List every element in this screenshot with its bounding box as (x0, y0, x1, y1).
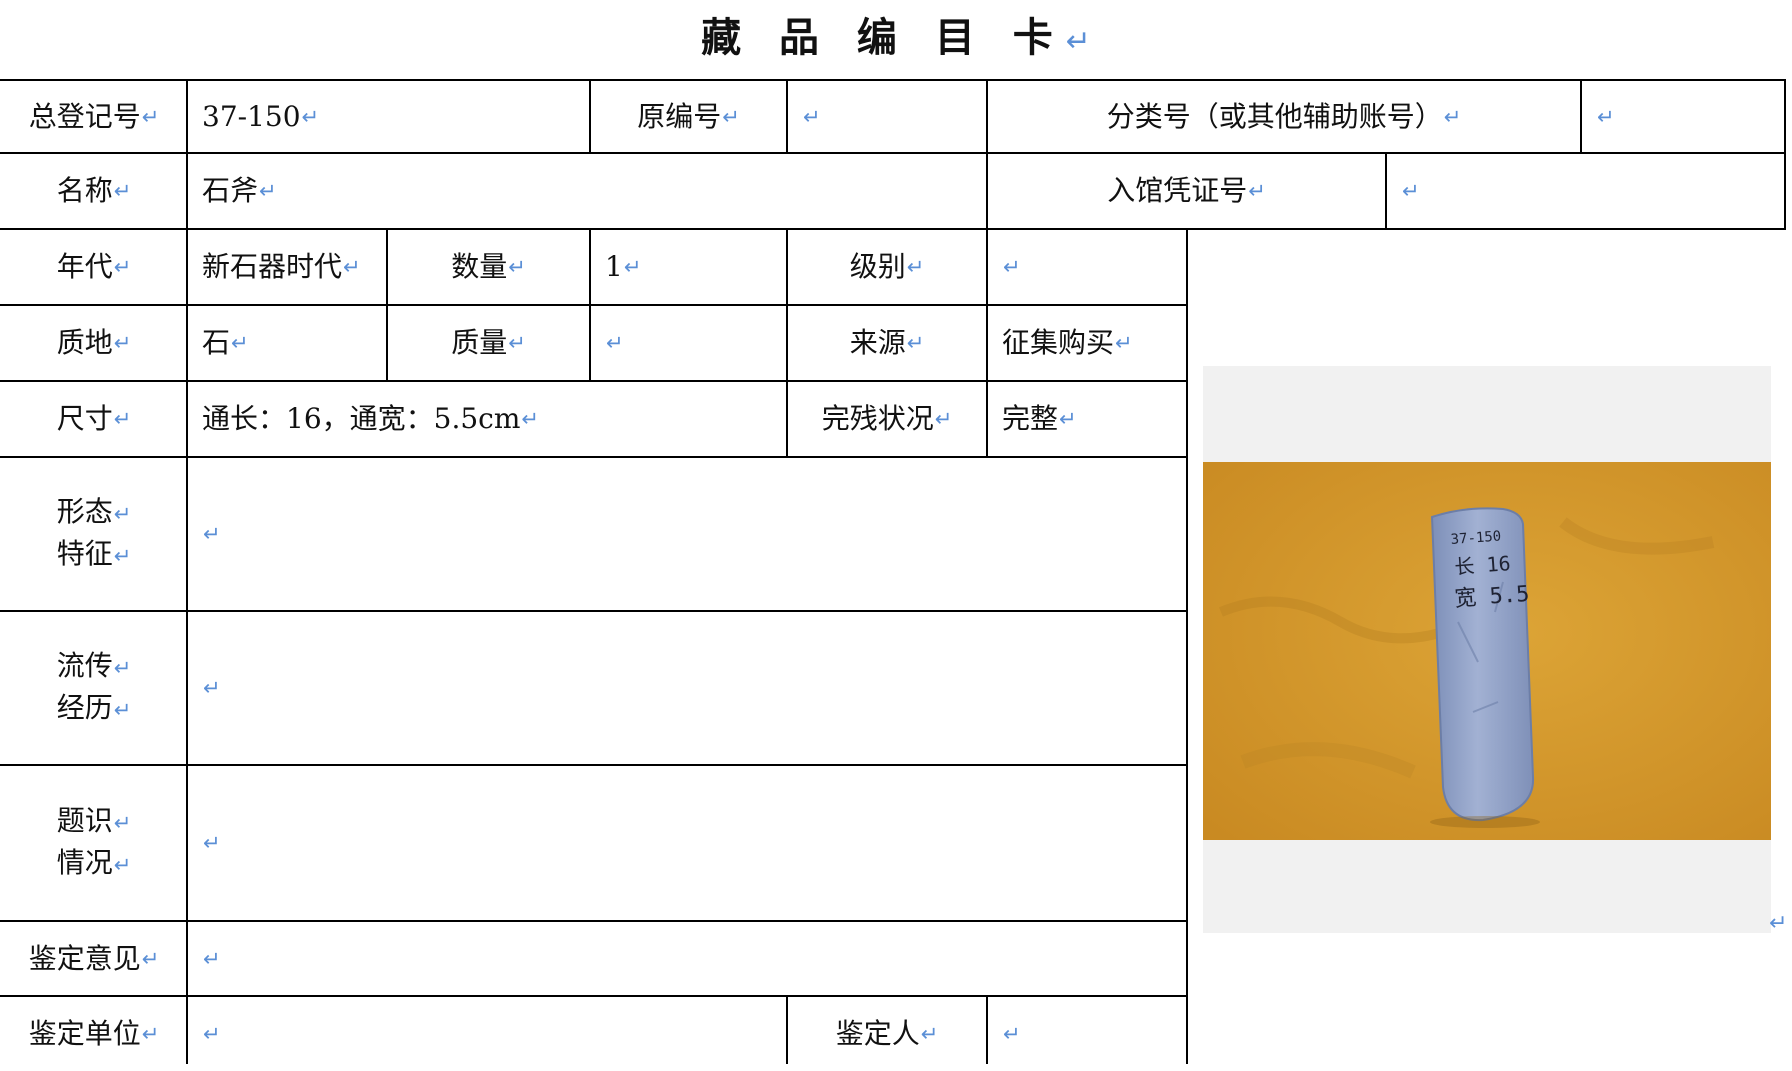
stone-axe-photo: 37-150 长 16 宽 5.5 (1203, 462, 1771, 840)
form-features-label: 形态 特征 (2, 458, 186, 610)
mass-label: 质量 (388, 306, 589, 380)
photo-handwriting-line2: 长 16 (1454, 551, 1512, 579)
name-label: 名称 (2, 154, 186, 228)
provenance-label: 流传 经历 (2, 612, 186, 764)
source-value[interactable]: 征集购买 (988, 306, 1186, 380)
grade-label: 级别 (788, 230, 986, 304)
appraisal-unit-label: 鉴定单位 (2, 997, 186, 1071)
accession-voucher-value[interactable] (1387, 154, 1784, 228)
material-value[interactable]: 石 (188, 306, 386, 380)
paragraph-mark-icon (1769, 911, 1787, 936)
accession-voucher-label: 入馆凭证号 (988, 154, 1385, 228)
original-no-label: 原编号 (591, 81, 786, 152)
registration-no-value[interactable]: 37-150 (188, 81, 589, 152)
appraisal-opinion-value[interactable] (188, 922, 1186, 995)
inscriptions-value[interactable] (188, 766, 1186, 920)
form-features-value[interactable] (188, 458, 1186, 610)
artifact-photo-frame: 37-150 长 16 宽 5.5 (1203, 366, 1771, 933)
quantity-value[interactable]: 1 (591, 230, 786, 304)
appraiser-value[interactable] (988, 997, 1186, 1071)
quantity-label: 数量 (388, 230, 589, 304)
name-value[interactable]: 石斧 (188, 154, 986, 228)
inscriptions-label: 题识 情况 (2, 766, 186, 920)
appraisal-opinion-label: 鉴定意见 (2, 922, 186, 995)
photo-handwriting-line3: 宽 5.5 (1454, 582, 1531, 612)
source-label: 来源 (788, 306, 986, 380)
original-no-value[interactable] (788, 81, 986, 152)
period-value[interactable]: 新石器时代 (188, 230, 386, 304)
classification-no-value[interactable] (1582, 81, 1784, 152)
mass-value[interactable] (591, 306, 786, 380)
appraisal-unit-value[interactable] (188, 997, 786, 1071)
period-label: 年代 (2, 230, 186, 304)
dimensions-value[interactable]: 通长：16，通宽：5.5cm (188, 382, 786, 456)
dimensions-label: 尺寸 (2, 382, 186, 456)
condition-value[interactable]: 完整 (988, 382, 1186, 456)
classification-no-label: 分类号（或其他辅助账号） (988, 81, 1580, 152)
provenance-value[interactable] (188, 612, 1186, 764)
grade-value[interactable] (988, 230, 1186, 304)
registration-no-label: 总登记号 (2, 81, 186, 152)
catalog-card-table: 总登记号 37-150 原编号 分类号（或其他辅助账号） 名称 石斧 入馆凭证号… (0, 79, 1792, 1064)
appraiser-label: 鉴定人 (788, 997, 986, 1071)
condition-label: 完残状况 (788, 382, 986, 456)
material-label: 质地 (2, 306, 186, 380)
card-title: 藏 品 编 目 卡 (0, 6, 1792, 70)
